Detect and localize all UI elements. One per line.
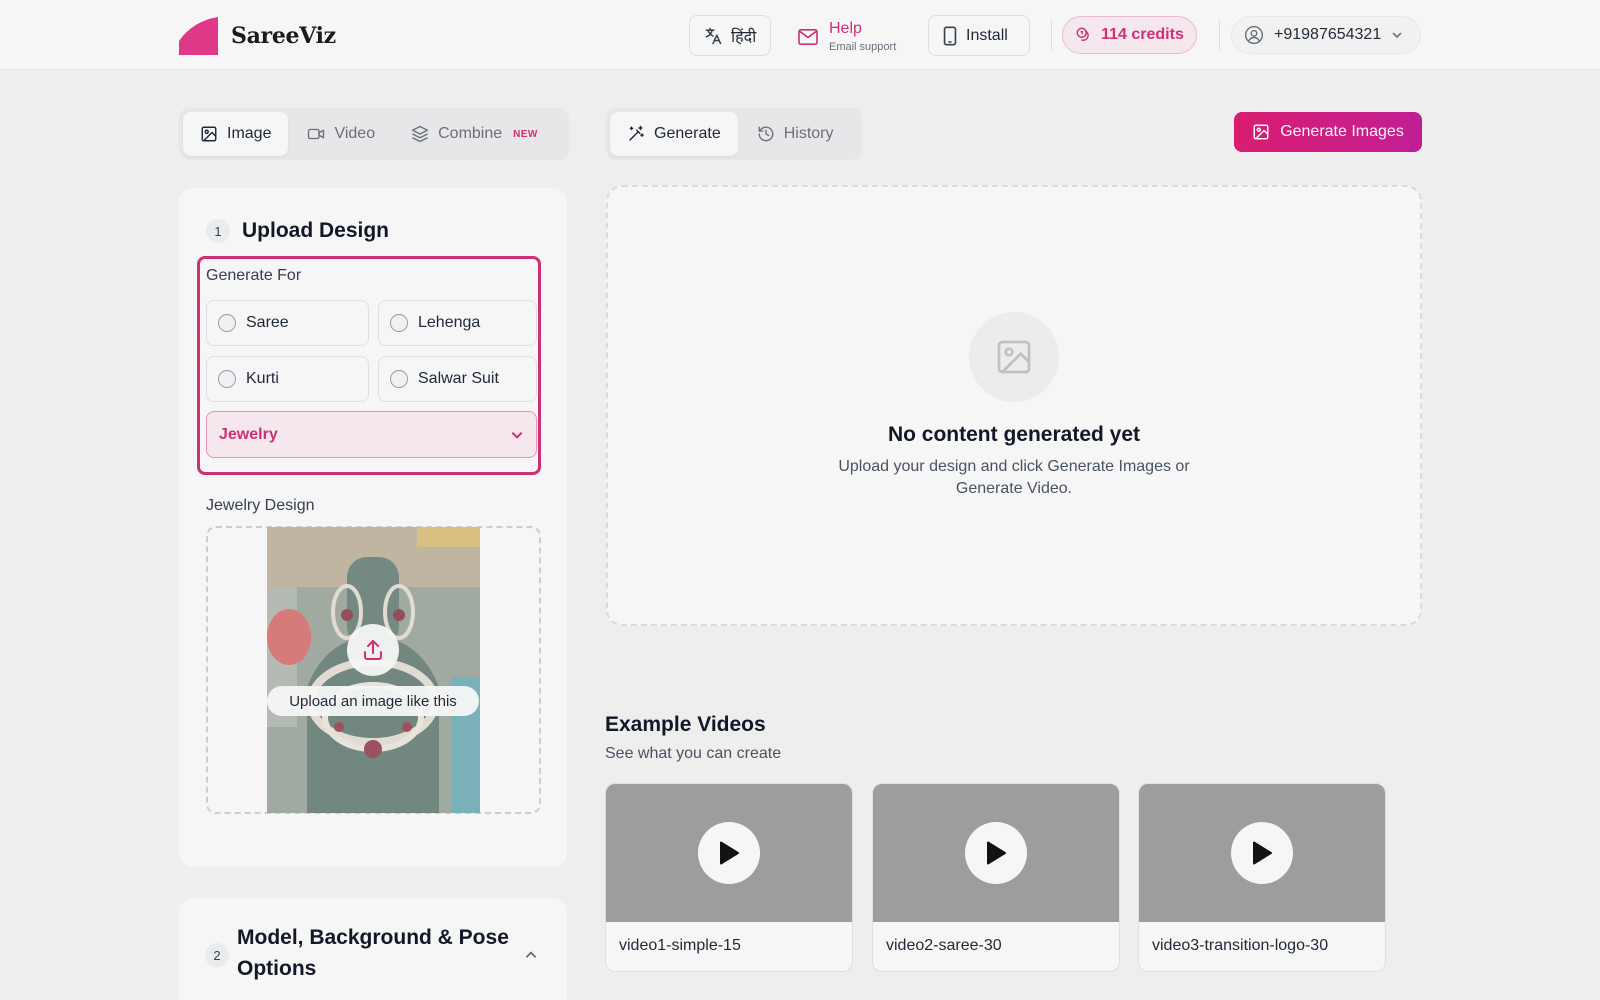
video-camera-icon: [308, 128, 325, 140]
radio-button[interactable]: [390, 314, 408, 332]
view-tabs: Generate History: [606, 108, 862, 160]
app-header: SareeViz हिंदी Help Email support Instal…: [0, 0, 1600, 70]
option-salwar-suit[interactable]: Salwar Suit: [378, 356, 537, 402]
example-video-card[interactable]: video2-saree-30: [872, 783, 1120, 972]
layers-icon: [411, 125, 429, 143]
play-button[interactable]: [1231, 822, 1293, 884]
chevron-down-icon: [1392, 32, 1402, 39]
video-name: video1-simple-15: [619, 937, 741, 954]
help-subtitle: Email support: [829, 40, 897, 53]
radio-button[interactable]: [218, 314, 236, 332]
new-badge: NEW: [513, 128, 538, 140]
option-label: Lehenga: [418, 314, 481, 331]
option-label: Kurti: [246, 370, 279, 387]
brand-logo[interactable]: SareeViz: [179, 17, 336, 55]
selected-value: Jewelry: [219, 425, 278, 443]
language-label: हिंदी: [731, 28, 757, 46]
play-button[interactable]: [965, 822, 1027, 884]
empty-state-icon: [969, 312, 1059, 402]
tab-combine[interactable]: Combine NEW: [394, 112, 555, 156]
chevron-up-icon[interactable]: [524, 948, 538, 962]
tab-generate[interactable]: Generate: [610, 112, 738, 156]
radio-button[interactable]: [390, 370, 408, 388]
phone-icon: [943, 26, 957, 45]
example-videos-subtitle: See what you can create: [605, 745, 782, 762]
coins-icon: [1076, 27, 1089, 41]
empty-state-title: No content generated yet: [887, 423, 1141, 446]
upload-design-heading: 1 Upload Design: [206, 219, 389, 243]
language-toggle-button[interactable]: हिंदी: [689, 15, 771, 56]
video-name: video2-saree-30: [886, 937, 1002, 954]
help-title: Help: [829, 20, 862, 38]
tab-combine-label: Combine: [438, 125, 503, 142]
step-number: 2: [205, 943, 229, 967]
header-divider: [1219, 20, 1220, 50]
tab-video-label: Video: [334, 125, 376, 142]
generate-images-label: Generate Images: [1280, 123, 1404, 140]
tab-image-label: Image: [227, 125, 272, 142]
video-thumbnail[interactable]: [1139, 784, 1385, 922]
generate-for-label: Generate For: [206, 267, 302, 284]
tab-video[interactable]: Video: [290, 112, 392, 156]
install-button[interactable]: Install: [928, 15, 1030, 56]
option-kurti[interactable]: Kurti: [206, 356, 369, 402]
generate-images-button[interactable]: Generate Images: [1234, 112, 1422, 152]
header-divider: [1051, 20, 1052, 50]
tab-history-label: History: [783, 125, 834, 142]
brand-name: SareeViz: [231, 23, 336, 49]
option-label: Salwar Suit: [418, 370, 499, 387]
history-icon: [758, 126, 774, 142]
install-label: Install: [966, 26, 1008, 44]
tab-history[interactable]: History: [740, 112, 851, 156]
option-label: Saree: [246, 314, 289, 331]
chevron-down-icon: [511, 431, 523, 439]
mail-icon: [798, 28, 818, 46]
play-button[interactable]: [698, 822, 760, 884]
empty-state-description: Upload your design and click Generate Im…: [838, 458, 1190, 497]
image-icon: [201, 126, 217, 142]
upload-icon: [364, 640, 382, 660]
play-icon: [720, 841, 739, 865]
mode-tabs: Image Video Combine NEW: [179, 108, 569, 160]
section-title: Upload Design: [242, 219, 390, 242]
step-number: 1: [206, 219, 230, 243]
example-videos-title: Example Videos: [605, 713, 766, 736]
magic-wand-icon: [629, 125, 644, 141]
image-placeholder-icon: [997, 340, 1031, 374]
image-icon: [1253, 124, 1269, 140]
generate-for-select[interactable]: Jewelry: [206, 411, 537, 458]
upload-button[interactable]: [347, 624, 399, 676]
example-video-card[interactable]: video1-simple-15: [605, 783, 853, 972]
user-menu-button[interactable]: +91987654321: [1231, 16, 1421, 54]
user-avatar-icon: [1244, 25, 1264, 45]
jewelry-design-label: Jewelry Design: [206, 497, 315, 514]
video-name: video3-transition-logo-30: [1152, 937, 1329, 954]
credits-badge[interactable]: 114 credits: [1062, 16, 1197, 54]
section-title: Model, Background & Pose Options: [237, 926, 509, 980]
logo-mark-icon: [179, 17, 218, 55]
upload-hint: Upload an image like this: [267, 686, 479, 716]
tab-generate-label: Generate: [654, 125, 721, 142]
video-thumbnail[interactable]: [873, 784, 1119, 922]
play-icon: [987, 841, 1006, 865]
option-saree[interactable]: Saree: [206, 300, 369, 346]
user-phone: +91987654321: [1274, 26, 1382, 43]
translate-icon: [705, 27, 722, 44]
tab-image[interactable]: Image: [183, 112, 289, 156]
video-thumbnail[interactable]: [606, 784, 852, 922]
output-area: [606, 185, 1422, 626]
play-icon: [1253, 841, 1272, 865]
help-link[interactable]: Help Email support: [797, 18, 896, 56]
option-lehenga[interactable]: Lehenga: [378, 300, 537, 346]
credits-label: 114 credits: [1101, 26, 1184, 43]
example-video-card[interactable]: video3-transition-logo-30: [1138, 783, 1386, 972]
radio-button[interactable]: [218, 370, 236, 388]
